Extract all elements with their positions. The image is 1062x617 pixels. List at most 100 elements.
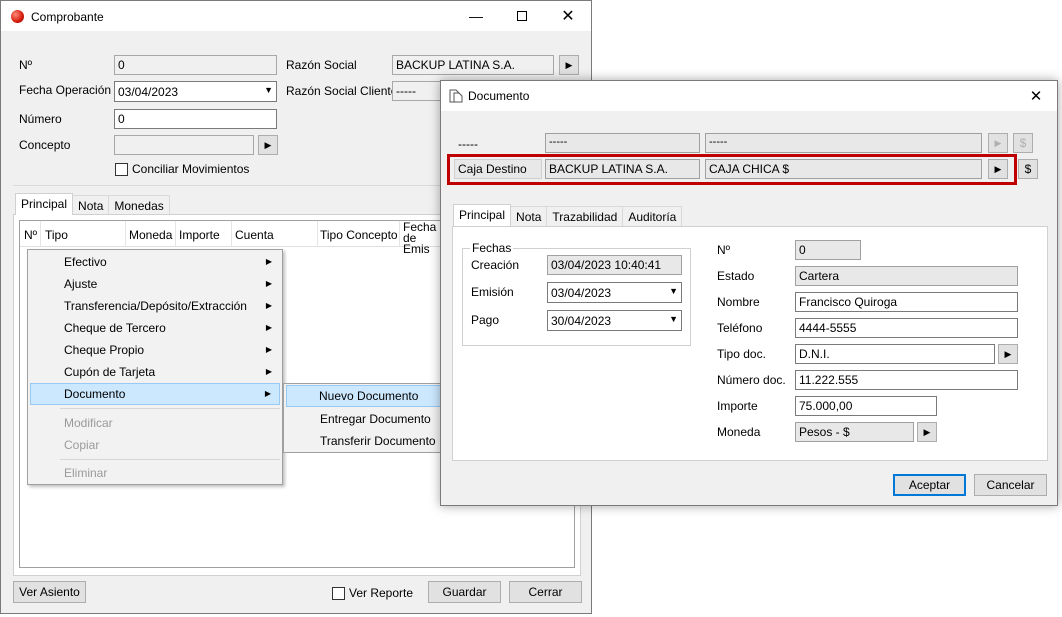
numero-comprobante-input[interactable]: 0 [114,109,277,129]
estado-label: Estado [717,269,755,283]
emision-select[interactable]: 03/04/2023 ▼ [547,282,682,303]
tipo-doc-select-button[interactable]: ▶ [998,344,1018,364]
estado-field[interactable]: Cartera [795,266,1018,286]
fechas-title: Fechas [470,241,514,255]
fecha-operacion-label: Fecha Operación [19,83,112,97]
tab-trazabilidad[interactable]: Trazabilidad [546,206,624,226]
menu-item-label: Documento [64,387,126,401]
col-importe[interactable]: Importe [179,228,220,242]
col-fecha-emision[interactable]: Fecha de Emis [403,221,441,255]
close-icon[interactable]: ✕ [1013,81,1059,111]
ver-asiento-button[interactable]: Ver Asiento [13,581,86,603]
nombre-input[interactable]: Francisco Quiroga [795,292,1018,312]
row1-field-b[interactable]: ----- [705,133,982,153]
menu-item-label: Ajuste [64,277,98,291]
concepto-select-button[interactable]: ▶ [258,135,278,155]
ver-reporte-checkbox[interactable] [332,587,345,600]
pago-select[interactable]: 30/04/2023 ▼ [547,310,682,331]
caja-destino-caja-field[interactable]: CAJA CHICA $ [705,159,982,179]
tab-principal[interactable]: Principal [453,204,512,226]
importe-input[interactable]: 75.000,00 [795,396,937,416]
numero-field[interactable]: 0 [114,55,277,75]
menu-item-eliminar[interactable]: Eliminar [30,462,280,484]
chevron-down-icon: ▼ [264,85,273,95]
menu-item-cheque-propio[interactable]: Cheque Propio ▶ [30,339,280,361]
fecha-operacion-select[interactable]: 03/04/2023 ▼ [114,81,277,102]
chevron-right-icon: ▶ [265,279,272,288]
menu-item-copiar[interactable]: Copiar [30,434,280,456]
col-tipo[interactable]: Tipo [45,228,68,242]
numero-label: Nº [19,58,33,72]
razon-social-select-button[interactable]: ▶ [559,55,579,75]
chevron-down-icon: ▼ [669,314,678,324]
creacion-field[interactable]: 03/04/2023 10:40:41 [547,255,682,275]
tab-nota[interactable]: Nota [510,206,548,226]
menu-item-documento[interactable]: Documento ▶ [30,383,280,405]
caja-destino-dollar-button[interactable]: $ [1018,159,1038,179]
tab-monedas[interactable]: Monedas [108,195,170,215]
doc-numero-field[interactable]: 0 [795,240,861,260]
col-moneda[interactable]: Moneda [129,228,172,242]
razon-social-field[interactable]: BACKUP LATINA S.A. [392,55,554,75]
caja-destino-select-button[interactable]: ▶ [988,159,1008,179]
documento-submenu: Nuevo Documento Entregar Documento Trans… [283,383,443,453]
menu-item-entregar-documento[interactable]: Entregar Documento [286,408,441,430]
comprobante-tabs: Principal Nota Monedas [15,193,170,215]
numero-comprobante-label: Número [19,112,62,126]
emision-label: Emisión [471,285,514,299]
documento-dialog: Documento ✕ ----- ----- ----- ▶ $ Caja D… [440,80,1058,506]
conciliar-label: Conciliar Movimientos [132,162,250,176]
close-icon[interactable]: ✕ [545,1,591,31]
moneda-select-button[interactable]: ▶ [917,422,937,442]
maximize-icon[interactable] [499,1,545,31]
cancelar-button[interactable]: Cancelar [974,474,1047,496]
documento-titlebar: Documento ✕ [441,81,1057,111]
telefono-label: Teléfono [717,321,763,335]
fecha-operacion-value: 03/04/2023 [118,85,179,99]
tab-nota[interactable]: Nota [72,195,110,215]
tab-auditoria[interactable]: Auditoría [622,206,683,226]
col-cuenta[interactable]: Cuenta [235,228,274,242]
guardar-button[interactable]: Guardar [428,581,501,603]
razon-social-cliente-label: Razón Social Cliente [286,84,398,98]
menu-item-ajuste[interactable]: Ajuste ▶ [30,273,280,295]
menu-item-efectivo[interactable]: Efectivo ▶ [30,251,280,273]
caja-destino-label: Caja Destino [458,162,527,176]
row1-dollar-button[interactable]: $ [1013,133,1033,153]
tab-principal[interactable]: Principal [15,193,74,215]
col-sep [125,221,126,247]
conciliar-checkbox[interactable] [115,163,128,176]
chevron-right-icon: ▶ [265,323,272,332]
menu-item-modificar[interactable]: Modificar [30,412,280,434]
numero-doc-input[interactable]: 11.222.555 [795,370,1018,390]
caja-destino-razon-field[interactable]: BACKUP LATINA S.A. [545,159,700,179]
caja-destino-label-box: Caja Destino [454,159,542,179]
col-sep [317,221,318,247]
minimize-icon[interactable]: — [453,1,499,31]
pago-value: 30/04/2023 [551,314,612,328]
documento-tabs: Principal Nota Trazabilidad Auditoría [453,204,683,226]
menu-item-label: Cupón de Tarjeta [64,365,156,379]
col-tipo-concepto[interactable]: Tipo Concepto [320,228,398,242]
menu-item-cupon-tarjeta[interactable]: Cupón de Tarjeta ▶ [30,361,280,383]
cerrar-button[interactable]: Cerrar [509,581,582,603]
ver-reporte-label: Ver Reporte [349,586,414,600]
menu-item-cheque-tercero[interactable]: Cheque de Tercero ▶ [30,317,280,339]
documento-title: Documento [468,89,530,103]
aceptar-button[interactable]: Aceptar [893,474,966,496]
emision-value: 03/04/2023 [551,286,612,300]
col-sep [399,221,400,247]
menu-item-nuevo-documento[interactable]: Nuevo Documento [286,385,441,407]
tipo-doc-field[interactable]: D.N.I. [795,344,995,364]
concepto-field[interactable] [114,135,254,155]
concepto-label: Concepto [19,138,71,152]
row1-select-button[interactable]: ▶ [988,133,1008,153]
menu-item-label: Efectivo [64,255,107,269]
row1-field-a[interactable]: ----- [545,133,700,153]
menu-item-transferencia[interactable]: Transferencia/Depósito/Extracción ▶ [30,295,280,317]
chevron-down-icon: ▼ [669,286,678,296]
moneda-field[interactable]: Pesos - $ [795,422,914,442]
col-numero[interactable]: Nº [24,228,37,242]
menu-item-transferir-documento[interactable]: Transferir Documento [286,430,441,452]
telefono-input[interactable]: 4444-5555 [795,318,1018,338]
